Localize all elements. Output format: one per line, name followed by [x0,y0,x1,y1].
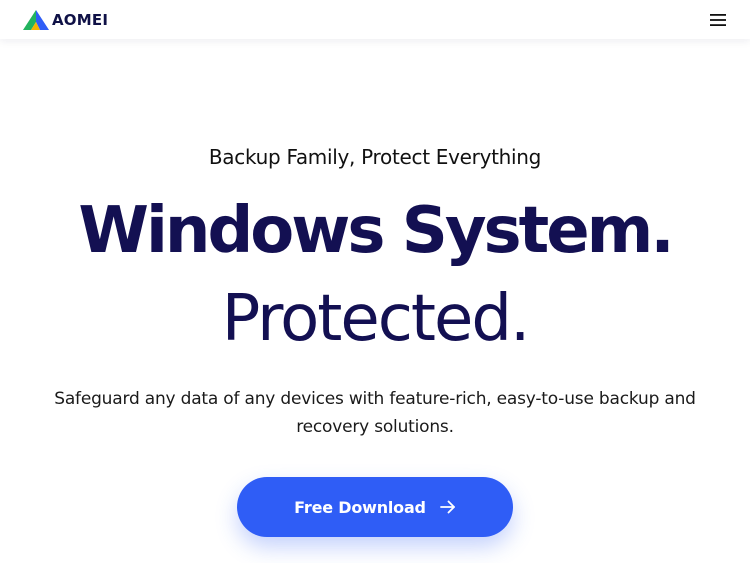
aomei-logo[interactable]: AOMEI [22,9,108,31]
site-header: AOMEI [0,0,750,39]
menu-button[interactable] [708,11,728,29]
hero-description: Safeguard any data of any devices with f… [54,389,696,437]
free-download-button[interactable]: Free Download [237,477,513,537]
hero-headline-line2: Protected. [221,282,531,356]
free-download-label: Free Download [294,497,426,517]
hero-eyebrow: Backup Family, Protect Everything [208,145,542,169]
arrow-right-icon [439,500,455,514]
hero-section: Backup Family, Protect Everything Window… [0,39,750,563]
logo-text: AOMEI [52,10,109,29]
aomei-logo-icon [23,9,49,30]
hero-headline-line1: Windows System. [78,194,674,268]
hamburger-menu-icon [710,13,726,26]
